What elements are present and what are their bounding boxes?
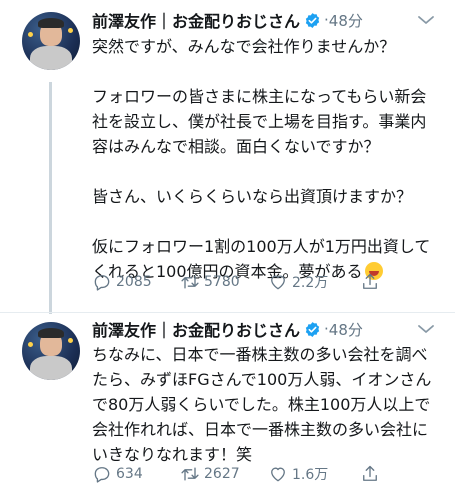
chevron-down-icon[interactable]	[417, 323, 435, 335]
retweet-button[interactable]: 5780	[180, 272, 240, 292]
retweet-button[interactable]: 2627	[180, 464, 240, 484]
like-count: 2.2万	[292, 275, 329, 291]
avatar[interactable]	[22, 12, 80, 70]
tweet-paragraph: ちなみに、日本で一番株主数の多い会社を調べたら、みずほFGさんで100万人弱、イ…	[92, 345, 432, 464]
tweet-paragraph: 突然ですが、みんなで会社作りませんか？	[92, 37, 396, 56]
thread-line	[49, 82, 52, 314]
reply-button[interactable]: 2085	[92, 272, 152, 292]
reply-icon	[94, 275, 110, 291]
timestamp[interactable]: 48分	[329, 10, 363, 31]
avatar-light	[28, 32, 33, 37]
tweet-header: 前澤友作｜お金配りおじさん · 48分	[92, 9, 363, 31]
avatar[interactable]	[22, 322, 80, 380]
reply-icon	[94, 467, 110, 483]
retweet-count: 5780	[204, 274, 240, 290]
retweet-icon	[181, 467, 199, 481]
reply-count: 2085	[116, 274, 152, 290]
heart-icon	[271, 275, 285, 290]
avatar-light	[68, 338, 73, 343]
tweet-text: ちなみに、日本で一番株主数の多い会社を調べたら、みずほFGさんで100万人弱、イ…	[92, 342, 442, 467]
share-icon	[363, 273, 377, 289]
like-button[interactable]: 2.2万	[268, 272, 328, 292]
chevron-down-icon[interactable]	[417, 14, 435, 26]
avatar-light	[68, 28, 73, 33]
retweet-icon	[181, 275, 199, 289]
avatar-body	[30, 46, 72, 70]
tweet-paragraph: フォロワーの皆さまに株主になってもらい新会社を設立し、僕が社長で上場を目指す。事…	[92, 87, 427, 156]
avatar-light	[28, 342, 33, 347]
tweet-actions: 634 2627 1.6万	[92, 464, 392, 488]
share-button[interactable]	[360, 272, 384, 292]
tweet-paragraph: 皆さん、いくらくらいなら出資頂けますか？	[92, 187, 413, 206]
display-name[interactable]: 前澤友作｜お金配りおじさん	[92, 8, 300, 32]
display-name[interactable]: 前澤友作｜お金配りおじさん	[92, 317, 300, 341]
share-button[interactable]	[360, 464, 384, 484]
heart-icon	[271, 467, 285, 482]
like-count: 1.6万	[292, 467, 329, 483]
verified-badge-icon	[305, 12, 320, 28]
avatar-hair	[38, 18, 64, 28]
tweet-actions: 2085 5780 2.2万	[92, 272, 392, 296]
reply-count: 634	[116, 466, 143, 482]
avatar-body	[30, 356, 72, 380]
reply-button[interactable]: 634	[92, 464, 143, 484]
tweet-text: 突然ですが、みんなで会社作りませんか？ フォロワーの皆さまに株主になってもらい新…	[92, 34, 442, 284]
timestamp[interactable]: 48分	[329, 319, 363, 340]
verified-badge-icon	[305, 321, 320, 337]
share-icon	[363, 465, 377, 481]
like-button[interactable]: 1.6万	[268, 464, 328, 484]
tweet[interactable]: 前澤友作｜お金配りおじさん · 48分 突然ですが、みんなで会社作りませんか？ …	[0, 0, 455, 314]
avatar-hair	[38, 328, 64, 338]
tweet-header: 前澤友作｜お金配りおじさん · 48分	[92, 318, 363, 340]
retweet-count: 2627	[204, 466, 240, 482]
